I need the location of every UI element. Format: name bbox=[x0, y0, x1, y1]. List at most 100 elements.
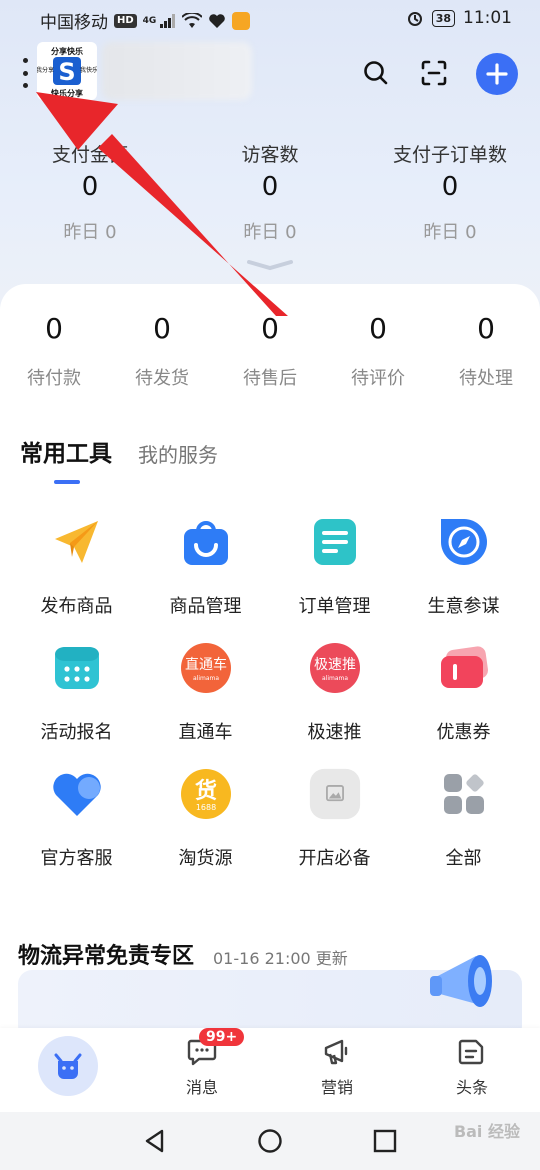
logistics-updated: 01-16 21:00 更新 bbox=[213, 949, 348, 968]
stat-value: 0 bbox=[441, 172, 459, 202]
all-apps-icon bbox=[438, 768, 490, 820]
shop-name-blurred bbox=[102, 42, 252, 100]
order-label: 待发货 bbox=[135, 368, 189, 389]
tool-label: 订单管理 bbox=[298, 596, 371, 617]
tool-business-advisor[interactable]: 生意参谋 bbox=[399, 516, 528, 618]
order-pending-shipment[interactable]: 0 待发货 bbox=[108, 312, 216, 390]
stat-label: 支付金额 bbox=[51, 144, 128, 166]
tab-label: 消息 bbox=[185, 1078, 218, 1097]
stat-visitors[interactable]: 访客数 0 昨日 0 bbox=[180, 140, 360, 244]
stat-payment-amount[interactable]: 支付金额 0 昨日 0 bbox=[0, 140, 180, 244]
taohuoyuan-icon: 货 1688 bbox=[180, 768, 232, 820]
expand-chevron-icon[interactable] bbox=[245, 258, 295, 272]
order-label: 待售后 bbox=[243, 368, 297, 389]
tool-label: 发布商品 bbox=[40, 596, 113, 617]
tool-all[interactable]: 全部 bbox=[399, 768, 528, 870]
logo-text-right: 我快乐 bbox=[80, 66, 97, 74]
tab-my-services[interactable]: 我的服务 bbox=[138, 439, 218, 468]
carrier-label: 中国移动 bbox=[40, 13, 108, 33]
order-count: 0 bbox=[477, 312, 495, 345]
tool-tao-source[interactable]: 货 1688 淘货源 bbox=[141, 768, 270, 870]
tool-zhitongche[interactable]: 直通车 alimama 直通车 bbox=[141, 642, 270, 744]
jisutui-icon-text: 极速推 bbox=[314, 657, 356, 673]
shopping-bag-icon bbox=[180, 516, 232, 568]
order-pending-handling[interactable]: 0 待处理 bbox=[432, 312, 540, 390]
back-icon[interactable] bbox=[142, 1128, 168, 1154]
tab-label: 营销 bbox=[320, 1078, 353, 1097]
tool-label: 活动报名 bbox=[40, 722, 113, 743]
tool-coupon[interactable]: 优惠券 bbox=[399, 642, 528, 744]
tool-jisutui[interactable]: 极速推 alimama 极速推 bbox=[270, 642, 399, 744]
tool-order-management[interactable]: 订单管理 bbox=[270, 516, 399, 618]
tool-publish-product[interactable]: 发布商品 bbox=[12, 516, 141, 618]
order-pending-review[interactable]: 0 待评价 bbox=[324, 312, 432, 390]
tool-label: 淘货源 bbox=[178, 848, 233, 869]
search-icon[interactable] bbox=[358, 55, 394, 91]
order-status-row: 0 待付款 0 待发货 0 待售后 0 待评价 0 待处理 bbox=[0, 312, 540, 390]
tool-label: 极速推 bbox=[307, 722, 362, 743]
tool-activity-signup[interactable]: 活动报名 bbox=[12, 642, 141, 744]
watermark-logo: Bai 经验 bbox=[453, 1122, 520, 1141]
battery-icon: 38 bbox=[431, 9, 455, 27]
image-placeholder-icon bbox=[309, 768, 361, 820]
logo-text-left: 我分享 bbox=[37, 66, 54, 74]
tool-label: 全部 bbox=[445, 848, 482, 869]
order-count: 0 bbox=[153, 312, 171, 345]
stat-label: 访客数 bbox=[241, 144, 299, 166]
document-icon bbox=[309, 516, 361, 568]
bottom-tab-bar: 消息 营销 头条 bbox=[0, 1028, 540, 1112]
heart-chat-icon bbox=[51, 768, 103, 820]
stat-label: 支付子订单数 bbox=[392, 144, 507, 166]
tool-official-service[interactable]: 官方客服 bbox=[12, 768, 141, 870]
tool-tabs: 常用工具 我的服务 bbox=[20, 434, 218, 484]
zhitongche-icon-sub: alimama bbox=[192, 675, 218, 682]
paper-plane-icon bbox=[51, 516, 103, 568]
stats-summary: 支付金额 0 昨日 0 访客数 0 昨日 0 支付子订单数 0 昨日 0 bbox=[0, 140, 540, 244]
stat-value: 0 bbox=[81, 172, 99, 202]
megaphone-banner-icon bbox=[430, 955, 492, 1007]
tool-label: 生意参谋 bbox=[427, 596, 500, 617]
logo-letter: S bbox=[58, 58, 75, 86]
tool-label: 优惠券 bbox=[436, 722, 491, 743]
order-label: 待付款 bbox=[27, 368, 81, 389]
order-after-sales[interactable]: 0 待售后 bbox=[216, 312, 324, 390]
stat-yesterday: 昨日 0 bbox=[243, 222, 297, 243]
recents-icon[interactable] bbox=[372, 1128, 398, 1154]
logo-text-top: 分享快乐 bbox=[51, 46, 83, 56]
jisutui-icon-sub: alimama bbox=[321, 675, 347, 682]
tab-home[interactable] bbox=[38, 1036, 98, 1096]
tool-product-management[interactable]: 商品管理 bbox=[141, 516, 270, 618]
tab-common-tools[interactable]: 常用工具 bbox=[20, 434, 112, 484]
order-pending-payment[interactable]: 0 待付款 bbox=[0, 312, 108, 390]
alarm-icon bbox=[407, 12, 422, 26]
home-icon[interactable] bbox=[257, 1128, 283, 1154]
order-count: 0 bbox=[369, 312, 387, 345]
tab-headlines[interactable]: 头条 bbox=[422, 1038, 522, 1098]
tab-label: 头条 bbox=[455, 1078, 488, 1097]
stat-sub-orders[interactable]: 支付子订单数 0 昨日 0 bbox=[360, 140, 540, 244]
tool-label: 商品管理 bbox=[169, 596, 242, 617]
taohuoyuan-icon-sub: 1688 bbox=[195, 803, 215, 812]
home-ox-icon bbox=[54, 1053, 82, 1079]
tab-marketing[interactable]: 营销 bbox=[287, 1038, 387, 1098]
taohuoyuan-icon-text: 货 bbox=[194, 778, 216, 804]
add-button[interactable] bbox=[476, 53, 518, 95]
scan-icon[interactable] bbox=[416, 55, 452, 91]
signal-icon bbox=[160, 13, 176, 28]
order-count: 0 bbox=[261, 312, 279, 345]
plus-icon bbox=[486, 63, 508, 85]
jisutui-icon: 极速推 alimama bbox=[309, 642, 361, 694]
message-badge: 99+ bbox=[199, 1028, 245, 1046]
tool-store-essentials[interactable]: 开店必备 bbox=[270, 768, 399, 870]
compass-icon bbox=[438, 516, 490, 568]
order-label: 待处理 bbox=[459, 368, 513, 389]
zhitongche-icon-text: 直通车 bbox=[185, 656, 227, 673]
stat-yesterday: 昨日 0 bbox=[423, 222, 477, 243]
more-menu-icon[interactable] bbox=[20, 58, 30, 88]
stat-value: 0 bbox=[261, 172, 279, 202]
tab-messages[interactable]: 消息 bbox=[152, 1038, 252, 1098]
coupon-icon bbox=[438, 642, 490, 694]
logistics-title: 物流异常免责专区 bbox=[18, 944, 195, 969]
tool-label: 官方客服 bbox=[40, 848, 113, 869]
shop-logo[interactable]: 分享快乐 S 我分享 我快乐 快乐分享 bbox=[37, 42, 97, 100]
